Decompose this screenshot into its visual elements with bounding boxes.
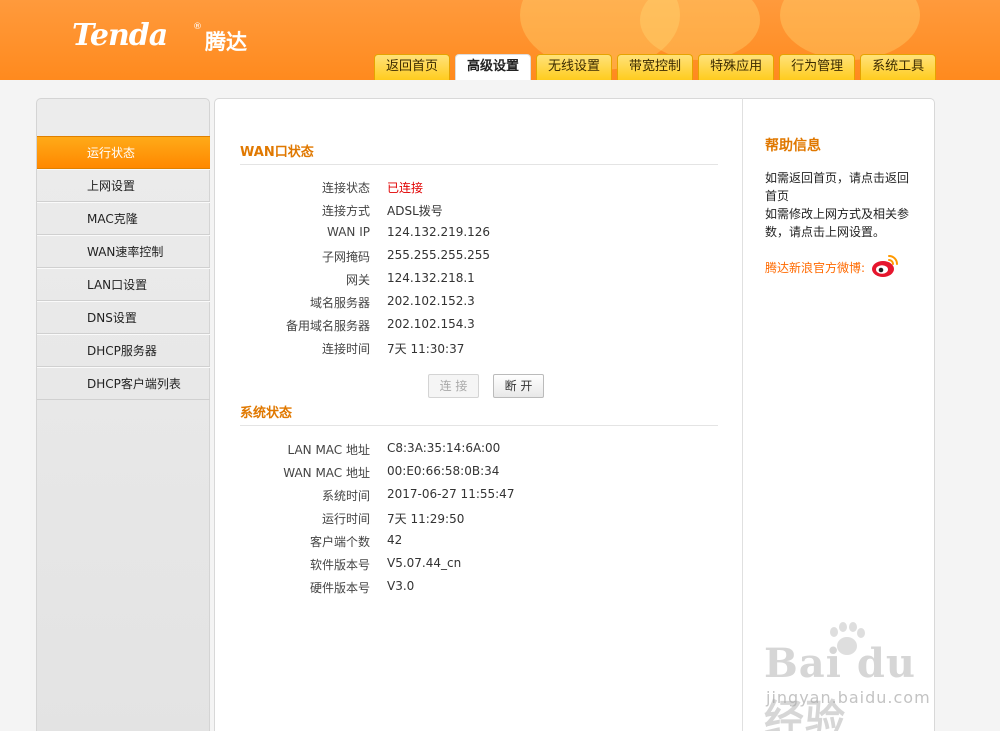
wan-row: 备用域名服务器 202.102.154.3: [215, 317, 744, 340]
help-text: 如需返回首页，请点击返回首页 如需修改上网方式及相关参数，请点击上网设置。: [765, 169, 915, 241]
system-row: 系统时间 2017-06-27 11:55:47: [215, 487, 744, 510]
connection-status-value: 已连接: [387, 181, 424, 195]
row-value: 7天 11:29:50: [387, 512, 465, 526]
row-label: 硬件版本号: [309, 581, 370, 595]
row-label: LAN MAC 地址: [287, 443, 370, 457]
wan-row: 连接时间 7天 11:30:37: [215, 340, 744, 363]
row-label: 子网掩码: [321, 250, 370, 264]
row-label: 运行时间: [321, 512, 370, 526]
tab-system-tools[interactable]: 系统工具: [860, 54, 937, 80]
baidu-watermark: Bai du 经验 jingyan.baidu.com: [764, 622, 964, 731]
row-label: 软件版本号: [309, 558, 370, 572]
tab-advanced-settings[interactable]: 高级设置: [455, 54, 532, 80]
wan-row: 域名服务器 202.102.152.3: [215, 294, 744, 317]
system-row: WAN MAC 地址 00:E0:66:58:0B:34: [215, 464, 744, 487]
row-label: WAN IP: [327, 225, 370, 239]
sidebar-item-dhcp-server[interactable]: DHCP服务器: [37, 334, 210, 367]
header-bar: Tenda ® 腾达 返回首页 高级设置 无线设置 带宽控制 特殊应用 行为管理…: [0, 0, 1000, 80]
tab-home[interactable]: 返回首页: [374, 54, 451, 80]
wan-row: 连接状态 已连接: [215, 179, 744, 202]
row-value: 42: [387, 533, 403, 547]
main-nav-tabs: 返回首页 高级设置 无线设置 带宽控制 特殊应用 行为管理 系统工具: [374, 54, 941, 80]
tab-special-applications[interactable]: 特殊应用: [698, 54, 775, 80]
help-title: 帮助信息: [765, 138, 821, 154]
wan-row: 子网掩码 255.255.255.255: [215, 248, 744, 271]
registered-mark: ®: [193, 22, 202, 32]
weibo-link[interactable]: 腾达新浪官方微博:: [765, 259, 865, 276]
system-row: LAN MAC 地址 C8:3A:35:14:6A:00: [215, 441, 744, 464]
system-row: 运行时间 7天 11:29:50: [215, 510, 744, 533]
wan-row: 网关 124.132.218.1: [215, 271, 744, 294]
help-line-settings: 如需修改上网方式及相关参数，请点击上网设置。: [765, 207, 910, 239]
row-value: 2017-06-27 11:55:47: [387, 487, 515, 501]
header-decoration: [780, 0, 920, 60]
row-label: 系统时间: [321, 489, 370, 503]
row-label: 连接方式: [321, 204, 370, 218]
sidebar-item-internet-settings[interactable]: 上网设置: [37, 169, 210, 202]
main-panel: WAN口状态 连接状态 已连接 连接方式 ADSL拨号 WAN IP 124.1…: [214, 98, 743, 731]
row-label: 网关: [345, 273, 370, 287]
sidebar-item-lan-settings[interactable]: LAN口设置: [37, 268, 210, 301]
help-line-home: 如需返回首页，请点击返回首页: [765, 171, 910, 203]
weibo-icon[interactable]: [871, 253, 899, 279]
row-label: 客户端个数: [309, 535, 370, 549]
row-value: 202.102.152.3: [387, 294, 475, 308]
row-value: V5.07.44_cn: [387, 556, 462, 570]
row-value: 124.132.218.1: [387, 271, 475, 285]
row-value: 00:E0:66:58:0B:34: [387, 464, 500, 478]
tab-bandwidth-control[interactable]: 带宽控制: [617, 54, 694, 80]
wan-row: WAN IP 124.132.219.126: [215, 225, 744, 248]
row-value: 202.102.154.3: [387, 317, 475, 331]
row-label: 备用域名服务器: [285, 319, 370, 333]
row-label: 连接时间: [321, 342, 370, 356]
row-label: 连接状态: [321, 181, 370, 195]
row-value: C8:3A:35:14:6A:00: [387, 441, 501, 455]
watermark-text: Bai du 经验: [764, 640, 916, 731]
system-status-title: 系统状态: [240, 402, 718, 426]
row-value: 255.255.255.255: [387, 248, 491, 262]
sidebar-item-wan-rate-control[interactable]: WAN速率控制: [37, 235, 210, 268]
sidebar-item-dns-settings[interactable]: DNS设置: [37, 301, 210, 334]
wan-status-title: WAN口状态: [240, 141, 718, 165]
wan-row: 连接方式 ADSL拨号: [215, 202, 744, 225]
sidebar: 运行状态 上网设置 MAC克隆 WAN速率控制 LAN口设置 DNS设置 DHC…: [36, 98, 210, 731]
disconnect-button[interactable]: 断 开: [493, 374, 544, 398]
tab-wireless-settings[interactable]: 无线设置: [536, 54, 613, 80]
sidebar-item-dhcp-client-list[interactable]: DHCP客户端列表: [37, 367, 210, 400]
watermark-url: jingyan.baidu.com: [766, 688, 931, 707]
sidebar-item-mac-clone[interactable]: MAC克隆: [37, 202, 210, 235]
system-row: 客户端个数 42: [215, 533, 744, 556]
connect-button[interactable]: 连 接: [428, 374, 479, 398]
row-value: V3.0: [387, 579, 415, 593]
row-value: 7天 11:30:37: [387, 342, 465, 356]
row-label: 域名服务器: [309, 296, 370, 310]
system-row: 硬件版本号 V3.0: [215, 579, 744, 602]
brand-name-cn: 腾达: [205, 30, 247, 54]
tenda-logo: Tenda: [72, 18, 168, 53]
row-value: 124.132.219.126: [387, 225, 491, 239]
sidebar-menu: 运行状态 上网设置 MAC克隆 WAN速率控制 LAN口设置 DNS设置 DHC…: [37, 136, 210, 400]
system-row: 软件版本号 V5.07.44_cn: [215, 556, 744, 579]
tab-behavior-management[interactable]: 行为管理: [779, 54, 856, 80]
sidebar-item-run-status[interactable]: 运行状态: [37, 136, 210, 169]
row-label: WAN MAC 地址: [283, 466, 370, 480]
row-value: ADSL拨号: [387, 204, 443, 218]
